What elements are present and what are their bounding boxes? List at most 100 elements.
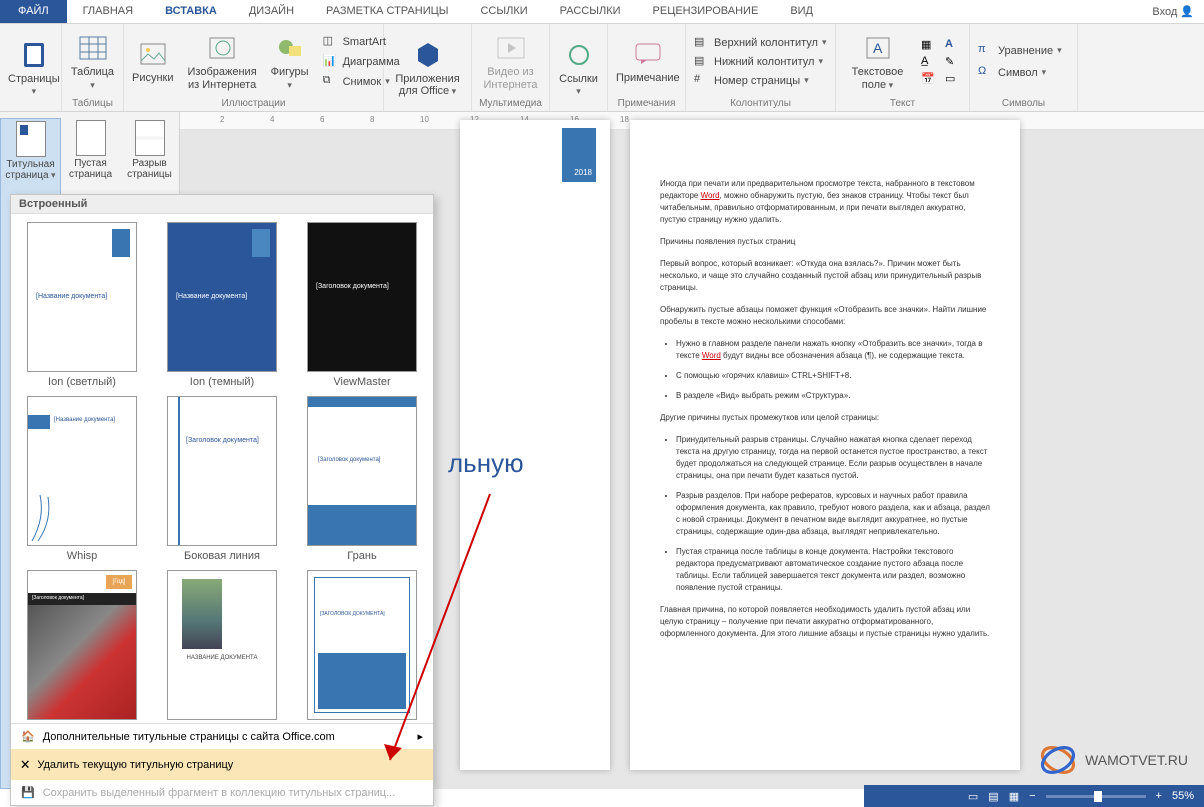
gallery-item-motion[interactable]: [Год][Заголовок документа]Движение (19, 570, 145, 723)
document-page-2[interactable]: Иногда при печати или предварительном пр… (630, 120, 1020, 770)
links-button[interactable]: Ссылки (554, 37, 603, 99)
zoom-slider[interactable] (1046, 795, 1146, 798)
cover-year: 2018 (574, 168, 592, 177)
blank-page-icon (76, 120, 106, 156)
date-icon[interactable]: 📅 (921, 72, 941, 85)
textbox-icon: A (862, 32, 894, 64)
textbox-button[interactable]: AТекстовое поле (840, 30, 915, 92)
shapes-icon (274, 32, 306, 64)
doc-text: Первый вопрос, который возникает: «Откуд… (660, 258, 990, 294)
gallery-item-sideline[interactable]: [Заголовок документа]Боковая линия (159, 396, 285, 562)
doc-text: Причины появления пустых страниц (660, 236, 990, 248)
smartart-icon: ◫ (323, 34, 339, 50)
file-tab[interactable]: ФАЙЛ (0, 0, 67, 23)
pagenum-icon: # (694, 73, 710, 89)
doc-list: Нужно в главном разделе панели нажать кн… (676, 338, 990, 402)
tab-references[interactable]: ССЫЛКИ (464, 0, 543, 23)
doc-text: Главная причина, по которой появляется н… (660, 604, 990, 640)
equation-icon: π (978, 43, 994, 59)
view-read-icon[interactable]: ▭ (968, 790, 978, 803)
wordart-icon[interactable]: A (945, 38, 965, 51)
chart-icon: 📊 (323, 54, 339, 70)
quickparts-icon[interactable]: ▦ (921, 38, 941, 51)
header-button[interactable]: ▤Верхний колонтитул (690, 34, 831, 52)
tab-review[interactable]: РЕЦЕНЗИРОВАНИЕ (637, 0, 775, 23)
view-web-icon[interactable]: ▦ (1009, 790, 1019, 803)
table-button[interactable]: Таблица (66, 30, 119, 92)
watermark: WAMOTVET.RU (1037, 739, 1188, 781)
delete-icon: 🗙 (21, 755, 29, 774)
page-break-icon (135, 120, 165, 156)
cover-page-gallery: Встроенный [Название документа]Ion (свет… (10, 194, 434, 806)
dropcap-icon[interactable]: A̲ (921, 55, 941, 68)
group-media-label: Мультимедиа (476, 97, 545, 110)
gallery-header: Встроенный (11, 195, 433, 214)
tab-insert[interactable]: ВСТАВКА (149, 0, 233, 23)
group-illus-label: Иллюстрации (128, 97, 379, 110)
login-link[interactable]: Вход👤 (1142, 0, 1204, 23)
gallery-footer: 🏠Дополнительные титульные страницы с сай… (11, 723, 433, 805)
gallery-item-whisp[interactable]: [Название документа]Whisp (19, 396, 145, 562)
doc-text: Другие причины пустых промежутков или це… (660, 412, 990, 424)
zoom-in[interactable]: + (1156, 790, 1162, 802)
screenshot-icon: ⧉ (323, 74, 339, 90)
gallery-grid: [Название документа]Ion (светлый) [Назва… (11, 214, 433, 723)
page-number-button[interactable]: #Номер страницы (690, 72, 831, 90)
group-tables-label: Таблицы (66, 97, 119, 110)
signature-icon[interactable]: ✎ (945, 55, 965, 68)
tab-view[interactable]: ВИД (774, 0, 829, 23)
ribbon: Страницы Таблица Таблицы Рисунки Изображ… (0, 24, 1204, 112)
link-icon (563, 39, 595, 71)
symbol-button[interactable]: ΩСимвол (974, 64, 1066, 82)
tab-mailings[interactable]: РАССЫЛКИ (544, 0, 637, 23)
table-icon (77, 32, 109, 64)
gallery-item-integral[interactable]: НАЗВАНИЕ ДОКУМЕНТАИнтеграл (159, 570, 285, 723)
gallery-item-ion-light[interactable]: [Название документа]Ion (светлый) (19, 222, 145, 388)
tab-layout[interactable]: РАЗМЕТКА СТРАНИЦЫ (310, 0, 464, 23)
annotation-arrow (380, 490, 500, 780)
pages-button[interactable]: Страницы (4, 37, 64, 99)
object-icon[interactable]: ▭ (945, 72, 965, 85)
more-covers-online[interactable]: 🏠Дополнительные титульные страницы с сай… (11, 724, 433, 749)
gallery-item-ion-dark[interactable]: [Название документа]Ion (темный) (159, 222, 285, 388)
apps-button[interactable]: Приложения для Office (388, 37, 467, 99)
save-icon: 💾 (21, 786, 35, 799)
page-icon (18, 39, 50, 71)
group-headers-label: Колонтитулы (690, 97, 831, 110)
footer-icon: ▤ (694, 54, 710, 70)
pictures-button[interactable]: Рисунки (128, 36, 178, 86)
picture-icon (137, 38, 169, 70)
partial-title-text: льную (448, 448, 524, 479)
doc-list: Принудительный разрыв страницы. Случайно… (676, 434, 990, 594)
equation-button[interactable]: πУравнение (974, 42, 1066, 60)
tab-design[interactable]: ДИЗАЙН (233, 0, 310, 23)
cover-page-icon (16, 121, 46, 157)
footer-button[interactable]: ▤Нижний колонтитул (690, 53, 831, 71)
save-selection-cover: 💾Сохранить выделенный фрагмент в коллекц… (11, 780, 433, 805)
zoom-out[interactable]: − (1029, 790, 1035, 802)
office-icon: 🏠 (21, 730, 35, 743)
status-bar: ▭ ▤ ▦ − + 55% (864, 785, 1204, 807)
gallery-item-viewmaster[interactable]: [Заголовок документа]ViewMaster (299, 222, 425, 388)
video-icon (495, 32, 527, 64)
group-comments-label: Примечания (612, 97, 681, 110)
menu-bar: ФАЙЛ ГЛАВНАЯ ВСТАВКА ДИЗАЙН РАЗМЕТКА СТР… (0, 0, 1204, 24)
view-print-icon[interactable]: ▤ (988, 790, 998, 803)
group-symbols-label: Символы (974, 97, 1073, 110)
online-pictures-button[interactable]: Изображения из Интернета (184, 30, 261, 92)
comment-button[interactable]: Примечание (612, 36, 684, 86)
symbol-icon: Ω (978, 65, 994, 81)
user-icon: 👤 (1180, 5, 1194, 18)
video-button[interactable]: Видео из Интернета (476, 30, 545, 92)
svg-text:A: A (873, 40, 883, 56)
online-picture-icon (206, 32, 238, 64)
delete-current-cover[interactable]: 🗙Удалить текущую титульную страницу (11, 749, 433, 780)
apps-icon (412, 39, 444, 71)
header-icon: ▤ (694, 35, 710, 51)
doc-text: Иногда при печати или предварительном пр… (660, 178, 990, 226)
group-text-label: Текст (840, 97, 965, 110)
shapes-button[interactable]: Фигуры (267, 30, 313, 92)
zoom-value[interactable]: 55% (1172, 790, 1194, 802)
tab-home[interactable]: ГЛАВНАЯ (67, 0, 149, 23)
doc-text: Обнаружить пустые абзацы поможет функция… (660, 304, 990, 328)
